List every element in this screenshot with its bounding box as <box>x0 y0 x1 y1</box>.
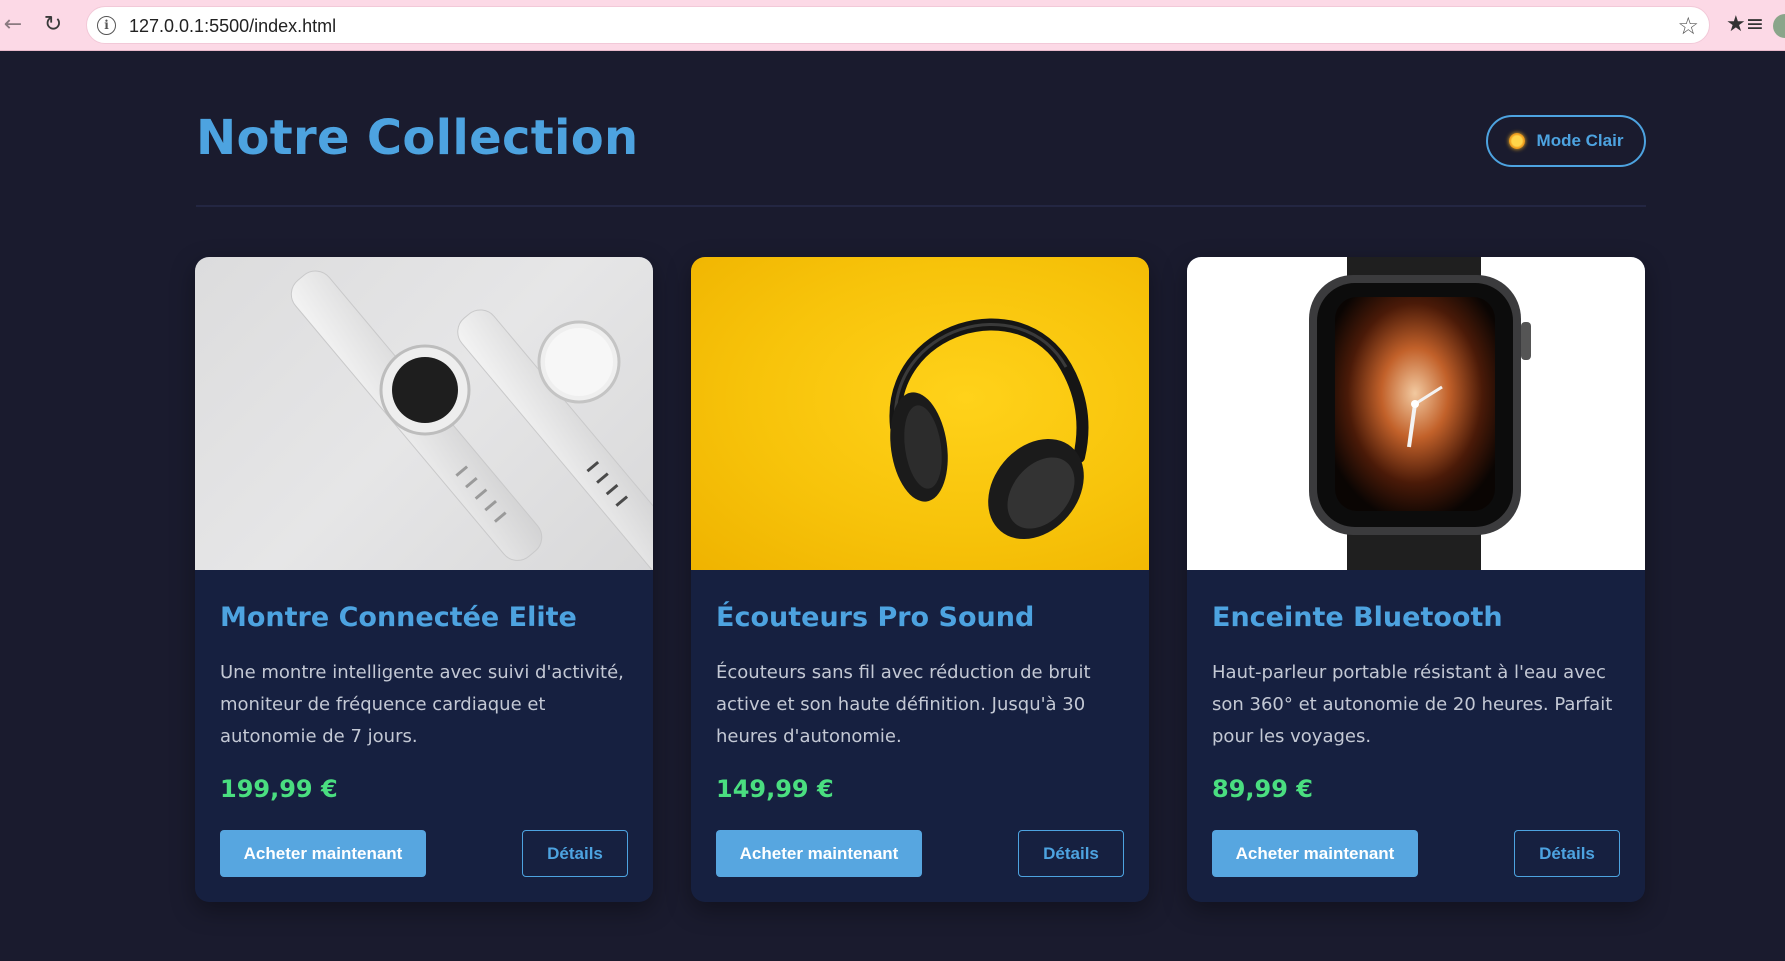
reload-icon[interactable]: ↻ <box>40 12 66 38</box>
product-card: Montre Connectée Elite Une montre intell… <box>195 257 653 902</box>
header-divider <box>196 205 1646 207</box>
details-button[interactable]: Détails <box>1018 830 1124 877</box>
product-card: Écouteurs Pro Sound Écouteurs sans fil a… <box>691 257 1149 902</box>
theme-toggle-button[interactable]: Mode Clair <box>1486 115 1646 167</box>
sun-icon <box>1508 133 1525 149</box>
headphones-illustration <box>889 318 1089 540</box>
profile-avatar[interactable] <box>1773 14 1785 38</box>
product-image-headphones <box>691 257 1149 570</box>
bookmark-star-icon[interactable]: ☆ <box>1677 12 1699 40</box>
buy-now-button[interactable]: Acheter maintenant <box>716 830 922 877</box>
details-button[interactable]: Détails <box>1514 830 1620 877</box>
product-title: Montre Connectée Elite <box>220 602 577 633</box>
smartwatch-illustration <box>1309 257 1531 570</box>
back-arrow-icon[interactable]: ← <box>0 12 26 38</box>
favorites-list-icon[interactable]: ★≡ <box>1726 12 1764 37</box>
product-price: 199,99 € <box>220 775 338 803</box>
product-image-smartwatch <box>1187 257 1645 570</box>
address-bar[interactable]: i 127.0.0.1:5500/index.html ☆ <box>86 6 1710 44</box>
buy-now-button[interactable]: Acheter maintenant <box>1212 830 1418 877</box>
product-title: Écouteurs Pro Sound <box>716 602 1035 633</box>
product-description: Écouteurs sans fil avec réduction de bru… <box>716 662 1091 747</box>
site-info-icon[interactable]: i <box>97 16 116 35</box>
buy-now-button[interactable]: Acheter maintenant <box>220 830 426 877</box>
product-image-watches <box>195 257 653 570</box>
product-title: Enceinte Bluetooth <box>1212 602 1503 633</box>
browser-toolbar: ← ↻ i 127.0.0.1:5500/index.html ☆ ★≡ <box>0 0 1785 51</box>
product-description: Une montre intelligente avec suivi d'act… <box>220 662 624 747</box>
details-button[interactable]: Détails <box>522 830 628 877</box>
url-text[interactable]: 127.0.0.1:5500/index.html <box>129 16 336 37</box>
product-description: Haut-parleur portable résistant à l'eau … <box>1212 662 1613 747</box>
theme-toggle-label: Mode Clair <box>1536 131 1624 150</box>
white-watches-illustration <box>290 270 653 570</box>
product-price: 149,99 € <box>716 775 834 803</box>
page-title: Notre Collection <box>196 110 639 166</box>
product-price: 89,99 € <box>1212 775 1313 803</box>
product-card: Enceinte Bluetooth Haut-parleur portable… <box>1187 257 1645 902</box>
